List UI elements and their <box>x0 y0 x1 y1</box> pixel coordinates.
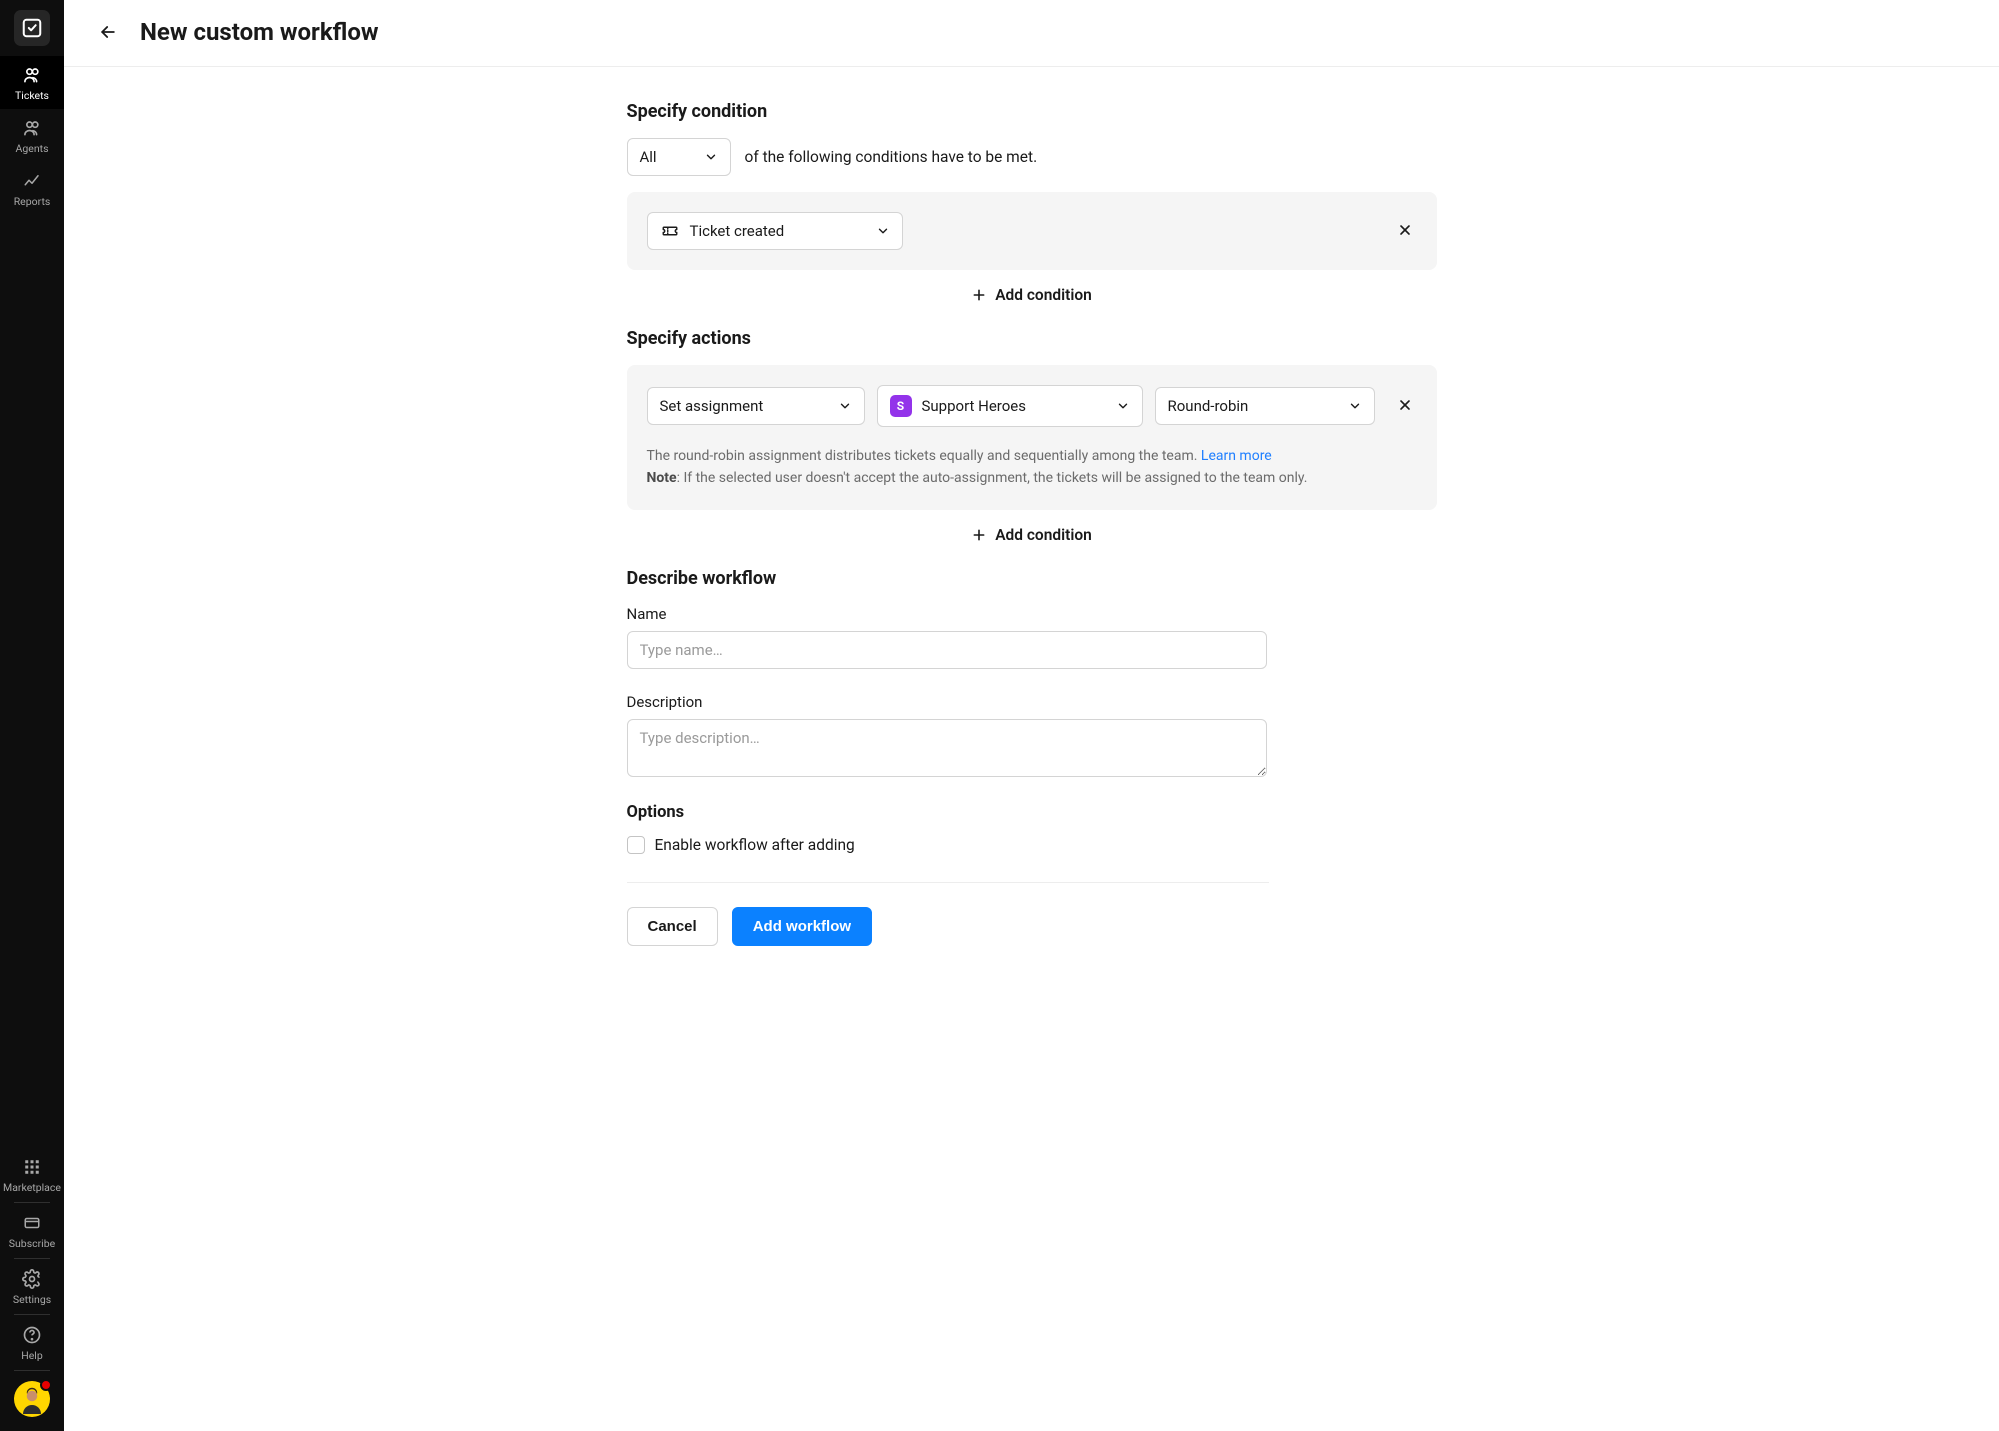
sidebar-item-label: Tickets <box>15 89 49 102</box>
sidebar-item-label: Settings <box>13 1293 51 1306</box>
notification-badge <box>40 1379 52 1391</box>
chevron-down-icon <box>1116 399 1130 413</box>
page-title: New custom workflow <box>140 18 379 46</box>
sidebar-item-label: Reports <box>14 195 51 208</box>
user-avatar[interactable] <box>14 1381 50 1417</box>
name-label: Name <box>627 605 1437 623</box>
people-icon <box>21 65 43 85</box>
credit-card-icon <box>22 1213 42 1233</box>
divider <box>14 1258 50 1259</box>
learn-more-link[interactable]: Learn more <box>1201 448 1272 464</box>
section-title-condition: Specify condition <box>627 101 1437 122</box>
sidebar-item-label: Agents <box>16 142 49 155</box>
description-label: Description <box>627 693 1437 711</box>
condition-suffix-text: of the following conditions have to be m… <box>745 148 1038 166</box>
sidebar-item-label: Help <box>21 1349 43 1362</box>
sidebar-item-agents[interactable]: Agents <box>0 109 64 162</box>
close-icon <box>1397 397 1413 413</box>
enable-workflow-label: Enable workflow after adding <box>655 836 855 854</box>
action-type-select[interactable]: Set assignment <box>647 387 865 425</box>
sidebar-item-reports[interactable]: Reports <box>0 162 64 215</box>
enable-workflow-checkbox[interactable] <box>627 836 645 854</box>
sidebar-item-settings[interactable]: Settings <box>0 1261 64 1312</box>
select-value: Set assignment <box>660 397 764 415</box>
divider <box>14 1202 50 1203</box>
condition-card: Ticket created <box>627 192 1437 270</box>
sidebar-item-subscribe[interactable]: Subscribe <box>0 1205 64 1256</box>
section-title-actions: Specify actions <box>627 328 1437 349</box>
section-title-describe: Describe workflow <box>627 568 1437 589</box>
sidebar-item-help[interactable]: Help <box>0 1317 64 1368</box>
chevron-down-icon <box>704 150 718 164</box>
main-area: New custom workflow Specify condition Al… <box>64 0 1999 1431</box>
close-icon <box>1397 222 1413 238</box>
sidebar-item-label: Marketplace <box>3 1181 61 1194</box>
app-sidebar: Tickets Agents Reports Marketplace Subsc… <box>0 0 64 1431</box>
grid-icon <box>23 1157 41 1177</box>
people-icon <box>21 118 43 138</box>
cancel-button[interactable]: Cancel <box>627 907 718 946</box>
ticket-icon <box>660 222 680 240</box>
select-value: Support Heroes <box>922 397 1027 415</box>
plus-icon <box>971 527 987 543</box>
action-help-text: The round-robin assignment distributes t… <box>647 445 1417 490</box>
add-condition-button[interactable]: Add condition <box>627 270 1437 328</box>
select-value: All <box>640 148 657 166</box>
remove-condition-button[interactable] <box>1393 218 1417 245</box>
description-input[interactable] <box>627 719 1267 777</box>
action-team-select[interactable]: S Support Heroes <box>877 385 1143 427</box>
chevron-down-icon <box>1348 399 1362 413</box>
add-condition-label: Add condition <box>995 286 1092 304</box>
help-circle-icon <box>22 1325 42 1345</box>
action-card: Set assignment S Support Heroes <box>627 365 1437 510</box>
select-value: Ticket created <box>690 222 785 240</box>
chart-line-icon <box>22 171 42 191</box>
condition-scope-select[interactable]: All <box>627 138 731 176</box>
sidebar-item-marketplace[interactable]: Marketplace <box>0 1149 64 1200</box>
divider <box>14 1370 50 1371</box>
chevron-down-icon <box>838 399 852 413</box>
remove-action-button[interactable] <box>1393 393 1417 420</box>
sidebar-item-label: Subscribe <box>9 1237 55 1250</box>
add-action-label: Add condition <box>995 526 1092 544</box>
add-workflow-button[interactable]: Add workflow <box>732 907 872 946</box>
app-logo[interactable] <box>14 10 50 46</box>
team-badge-icon: S <box>890 395 912 417</box>
select-value: Round-robin <box>1168 397 1249 415</box>
chevron-down-icon <box>876 224 890 238</box>
arrow-left-icon <box>98 22 118 42</box>
divider <box>627 882 1269 883</box>
divider <box>14 1314 50 1315</box>
condition-trigger-select[interactable]: Ticket created <box>647 212 903 250</box>
name-input[interactable] <box>627 631 1267 669</box>
gear-icon <box>22 1269 42 1289</box>
back-button[interactable] <box>94 18 122 46</box>
action-method-select[interactable]: Round-robin <box>1155 387 1375 425</box>
sidebar-item-tickets[interactable]: Tickets <box>0 56 64 109</box>
add-action-button[interactable]: Add condition <box>627 510 1437 568</box>
section-title-options: Options <box>627 803 1437 822</box>
plus-icon <box>971 287 987 303</box>
check-square-icon <box>21 17 43 39</box>
page-header: New custom workflow <box>64 0 1999 67</box>
